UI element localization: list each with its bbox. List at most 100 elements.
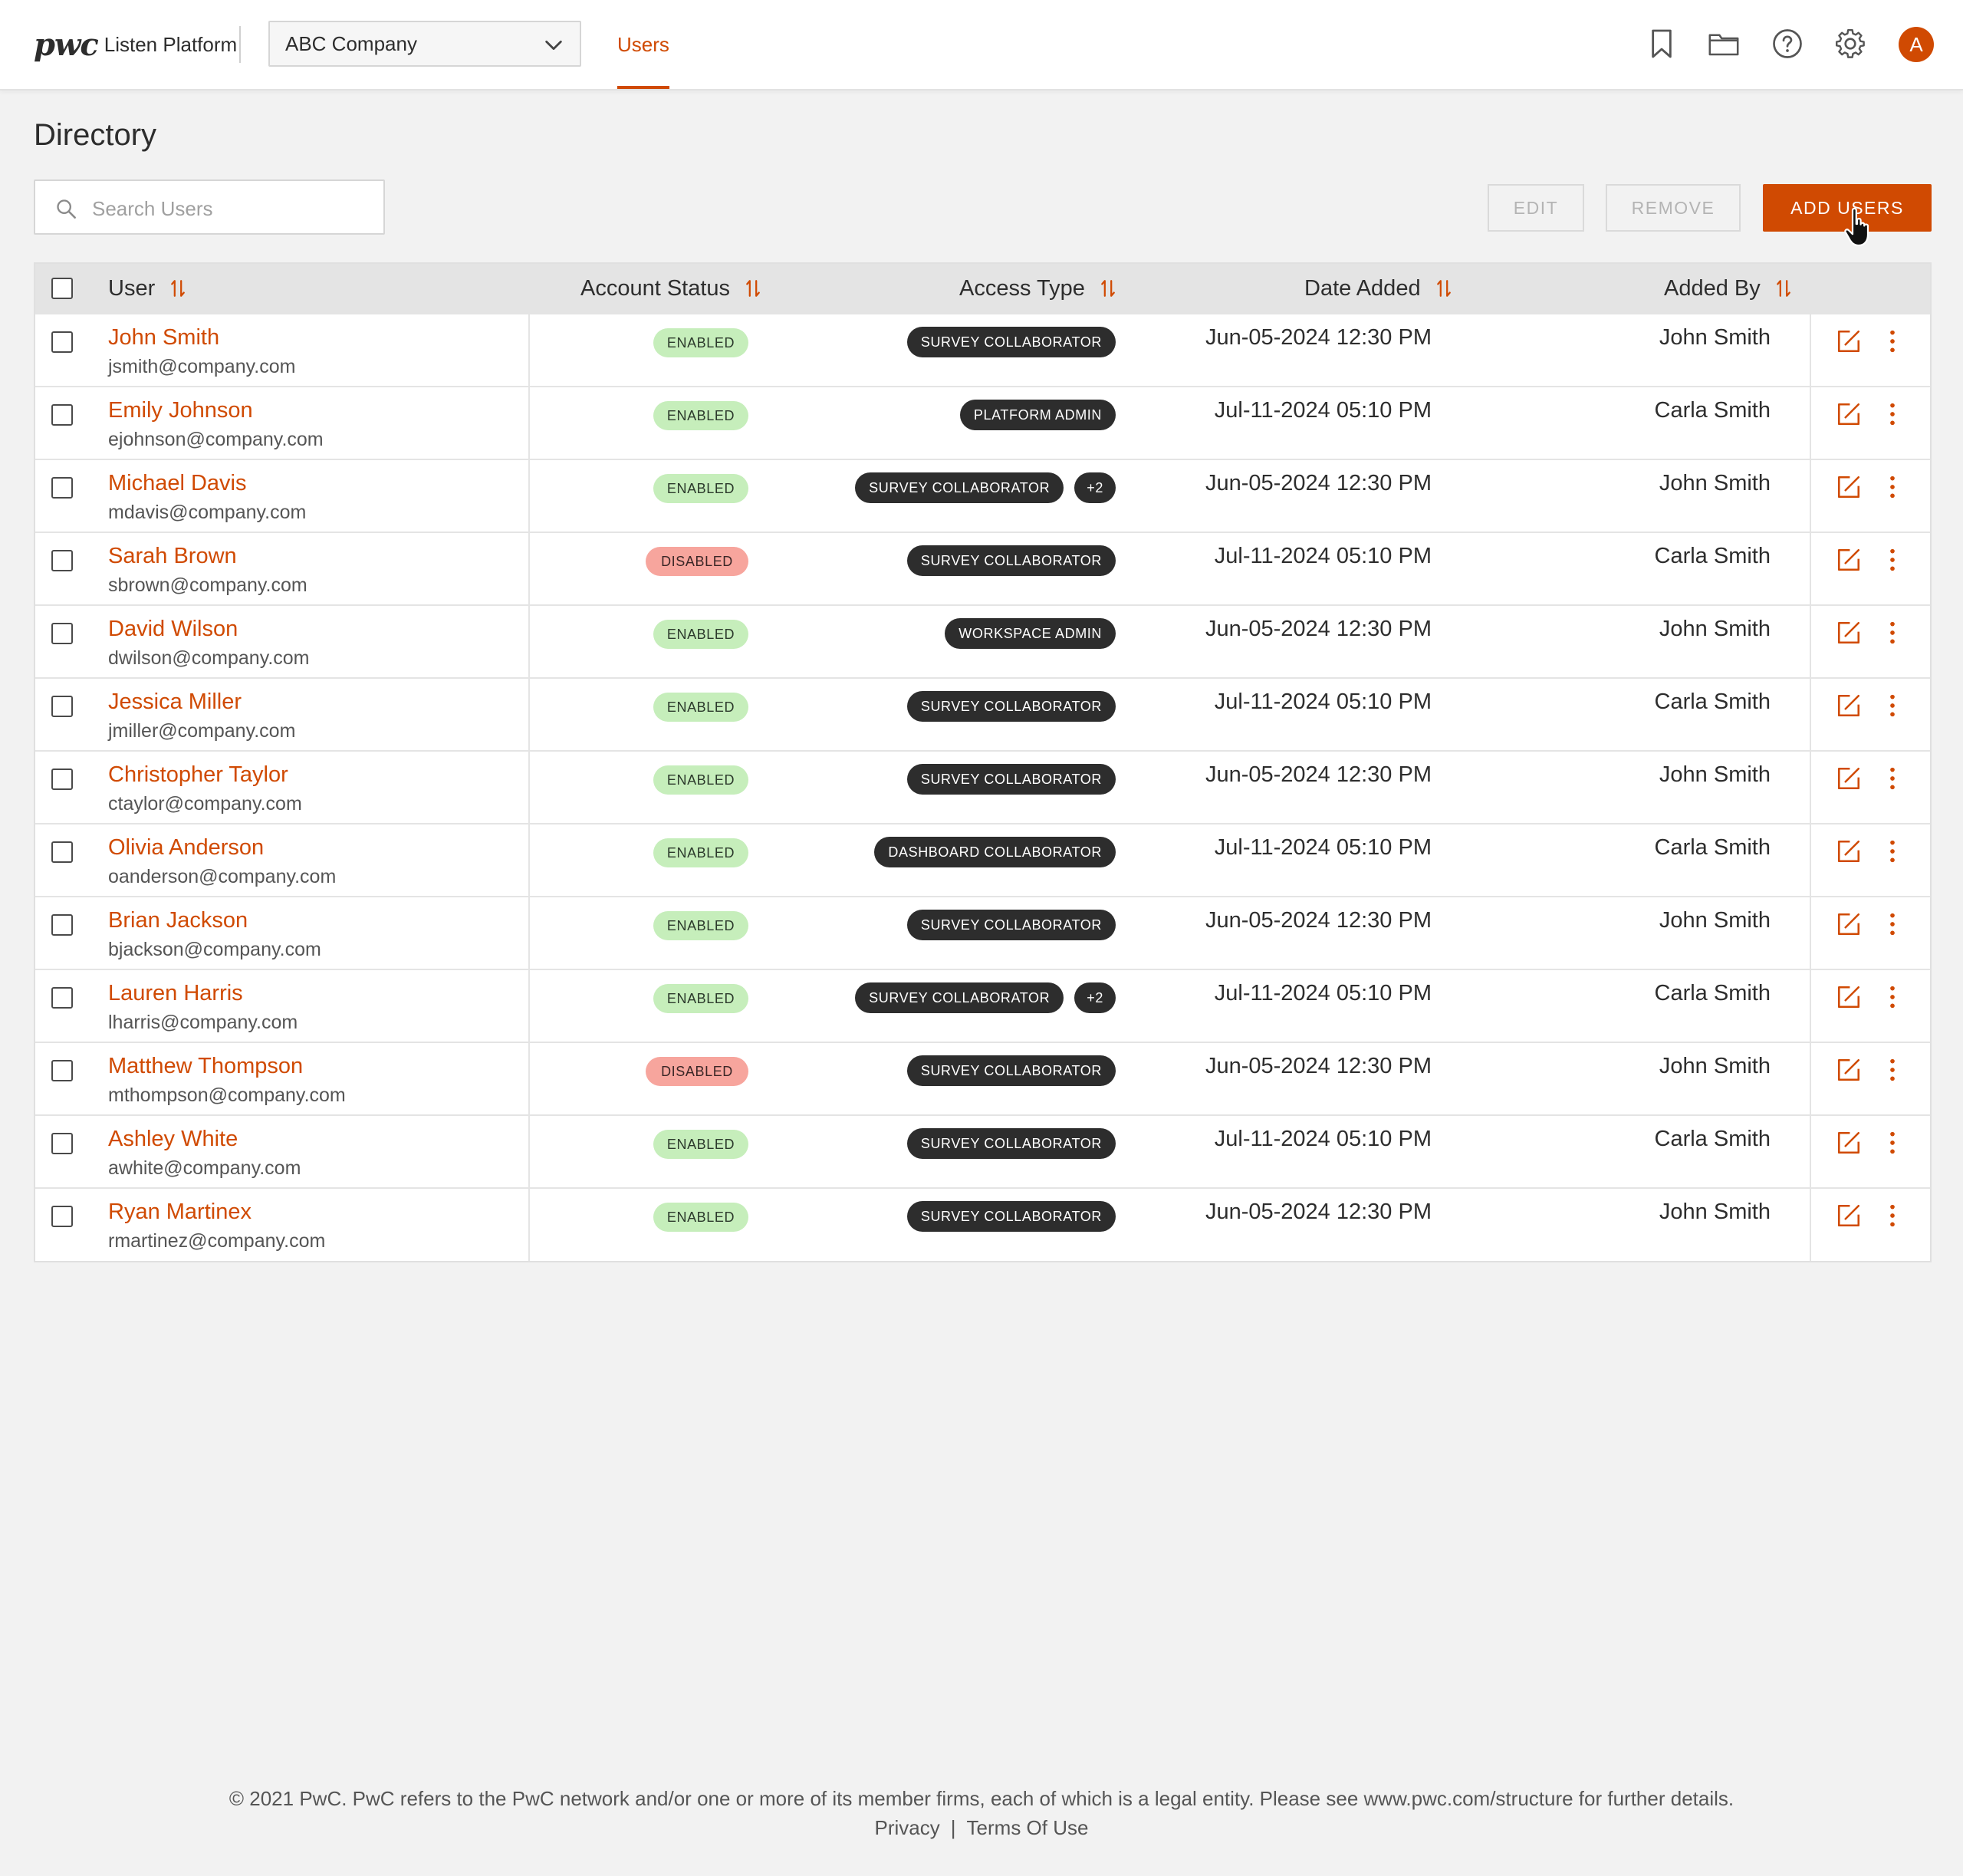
more-options-icon[interactable] bbox=[1885, 620, 1900, 646]
table-row[interactable]: Olivia Anderson oanderson@company.com ENAB… bbox=[35, 823, 1930, 896]
company-select-value: ABC Company bbox=[285, 31, 417, 55]
user-name-link[interactable]: Emily Johnson bbox=[108, 398, 253, 423]
table-row[interactable]: David Wilson dwilson@company.com ENABLED WO… bbox=[35, 604, 1930, 677]
user-name-link[interactable]: John Smith bbox=[108, 325, 219, 351]
row-checkbox[interactable] bbox=[51, 914, 73, 936]
access-type-badge: SURVEY COLLABORATOR bbox=[906, 1055, 1116, 1086]
added-by: John Smith bbox=[1659, 617, 1771, 641]
more-options-icon[interactable] bbox=[1885, 693, 1900, 719]
row-checkbox[interactable] bbox=[51, 1133, 73, 1154]
user-name-link[interactable]: Ryan Martinex bbox=[108, 1200, 252, 1225]
table-row[interactable]: Brian Jackson bjackson@company.com ENABLED… bbox=[35, 896, 1930, 969]
row-checkbox[interactable] bbox=[51, 769, 73, 790]
access-type-cell: SURVEY COLLABORATOR bbox=[906, 1055, 1116, 1086]
settings-button[interactable] bbox=[1833, 26, 1868, 61]
row-checkbox[interactable] bbox=[51, 404, 73, 426]
edit-row-icon[interactable] bbox=[1836, 620, 1862, 646]
more-options-icon[interactable] bbox=[1885, 765, 1900, 792]
row-checkbox[interactable] bbox=[51, 550, 73, 571]
more-options-icon[interactable] bbox=[1885, 1130, 1900, 1156]
edit-row-icon[interactable] bbox=[1836, 328, 1862, 354]
table-row[interactable]: Ashley White awhite@company.com ENABLED SUR… bbox=[35, 1114, 1930, 1187]
table-row[interactable]: Jessica Miller jmiller@company.com ENABLED… bbox=[35, 677, 1930, 750]
edit-row-icon[interactable] bbox=[1836, 765, 1862, 792]
table-row[interactable]: Sarah Brown sbrown@company.com DISABLED SUR… bbox=[35, 532, 1930, 604]
date-added: Jul-11-2024 05:10 PM bbox=[1214, 981, 1432, 1005]
avatar[interactable]: A bbox=[1899, 27, 1934, 62]
access-type-more-badge[interactable]: +2 bbox=[1074, 982, 1116, 1013]
edit-row-icon[interactable] bbox=[1836, 547, 1862, 573]
more-options-icon[interactable] bbox=[1885, 328, 1900, 354]
user-name-link[interactable]: Olivia Anderson bbox=[108, 835, 264, 861]
pwc-logo[interactable]: pwc Listen Platform bbox=[34, 25, 237, 64]
bookmark-icon bbox=[1652, 29, 1672, 58]
column-header-added-by[interactable]: Added By bbox=[1664, 264, 1791, 313]
edit-row-icon[interactable] bbox=[1836, 401, 1862, 427]
added-by: Carla Smith bbox=[1654, 690, 1771, 714]
search-box[interactable] bbox=[34, 179, 385, 235]
row-checkbox[interactable] bbox=[51, 331, 73, 353]
user-name-link[interactable]: Matthew Thompson bbox=[108, 1054, 303, 1079]
row-checkbox[interactable] bbox=[51, 1206, 73, 1227]
more-options-icon[interactable] bbox=[1885, 838, 1900, 864]
more-options-icon[interactable] bbox=[1885, 984, 1900, 1010]
row-checkbox[interactable] bbox=[51, 1060, 73, 1081]
access-type-more-badge[interactable]: +2 bbox=[1074, 472, 1116, 503]
user-name-link[interactable]: Ashley White bbox=[108, 1127, 238, 1152]
more-options-icon[interactable] bbox=[1885, 547, 1900, 573]
logo-mark: pwc bbox=[34, 26, 99, 63]
edit-row-icon[interactable] bbox=[1836, 693, 1862, 719]
user-name-link[interactable]: Brian Jackson bbox=[108, 908, 248, 933]
more-options-icon[interactable] bbox=[1885, 1203, 1900, 1229]
column-header-date-added[interactable]: Date Added bbox=[1304, 264, 1452, 313]
user-name-link[interactable]: Christopher Taylor bbox=[108, 762, 288, 788]
row-checkbox[interactable] bbox=[51, 477, 73, 499]
table-row[interactable]: Matthew Thompson mthompson@company.com DIS… bbox=[35, 1042, 1930, 1114]
row-checkbox[interactable] bbox=[51, 696, 73, 717]
folder-button[interactable] bbox=[1706, 26, 1741, 61]
edit-row-icon[interactable] bbox=[1836, 1203, 1862, 1229]
table-row[interactable]: Lauren Harris lharris@company.com ENABLED S… bbox=[35, 969, 1930, 1042]
more-options-icon[interactable] bbox=[1885, 474, 1900, 500]
edit-row-icon[interactable] bbox=[1836, 1057, 1862, 1083]
user-email: oanderson@company.com bbox=[108, 866, 337, 887]
terms-link[interactable]: Terms Of Use bbox=[967, 1816, 1089, 1839]
table-row[interactable]: Ryan Martinex rmartinez@company.com ENABLE… bbox=[35, 1187, 1930, 1260]
row-checkbox[interactable] bbox=[51, 987, 73, 1009]
access-type-badge: SURVEY COLLABORATOR bbox=[906, 327, 1116, 357]
table-row[interactable]: Christopher Taylor ctaylor@company.com ENA… bbox=[35, 750, 1930, 823]
help-button[interactable] bbox=[1770, 26, 1805, 61]
user-name-link[interactable]: David Wilson bbox=[108, 617, 238, 642]
nav-tab-users[interactable]: Users bbox=[617, 0, 669, 89]
user-name-link[interactable]: Michael Davis bbox=[108, 471, 247, 496]
date-added: Jul-11-2024 05:10 PM bbox=[1214, 398, 1432, 423]
table-row[interactable]: Emily Johnson ejohnson@company.com ENABLED… bbox=[35, 386, 1930, 459]
select-all-checkbox[interactable] bbox=[51, 278, 73, 299]
company-select[interactable]: ABC Company bbox=[268, 21, 581, 67]
search-input[interactable] bbox=[90, 190, 370, 227]
remove-button[interactable]: REMOVE bbox=[1606, 184, 1741, 232]
more-options-icon[interactable] bbox=[1885, 911, 1900, 937]
row-checkbox[interactable] bbox=[51, 623, 73, 644]
row-checkbox[interactable] bbox=[51, 841, 73, 863]
user-name-link[interactable]: Jessica Miller bbox=[108, 690, 242, 715]
privacy-link[interactable]: Privacy bbox=[875, 1816, 940, 1839]
column-header-user[interactable]: User bbox=[108, 264, 186, 313]
user-name-link[interactable]: Sarah Brown bbox=[108, 544, 237, 569]
more-options-icon[interactable] bbox=[1885, 401, 1900, 427]
table-row[interactable]: Michael Davis mdavis@company.com ENABLED SU… bbox=[35, 459, 1930, 532]
date-added: Jun-05-2024 12:30 PM bbox=[1205, 617, 1432, 641]
bookmark-button[interactable] bbox=[1644, 26, 1679, 61]
column-header-account-status[interactable]: Account Status bbox=[580, 264, 761, 313]
edit-row-icon[interactable] bbox=[1836, 474, 1862, 500]
access-type-badge: SURVEY COLLABORATOR bbox=[855, 472, 1064, 503]
column-header-access-type[interactable]: Access Type bbox=[959, 264, 1116, 313]
more-options-icon[interactable] bbox=[1885, 1057, 1900, 1083]
edit-button[interactable]: EDIT bbox=[1488, 184, 1584, 232]
table-row[interactable]: John Smith jsmith@company.com ENABLED SURVE… bbox=[35, 313, 1930, 386]
user-name-link[interactable]: Lauren Harris bbox=[108, 981, 243, 1006]
edit-row-icon[interactable] bbox=[1836, 984, 1862, 1010]
edit-row-icon[interactable] bbox=[1836, 1130, 1862, 1156]
edit-row-icon[interactable] bbox=[1836, 911, 1862, 937]
edit-row-icon[interactable] bbox=[1836, 838, 1862, 864]
